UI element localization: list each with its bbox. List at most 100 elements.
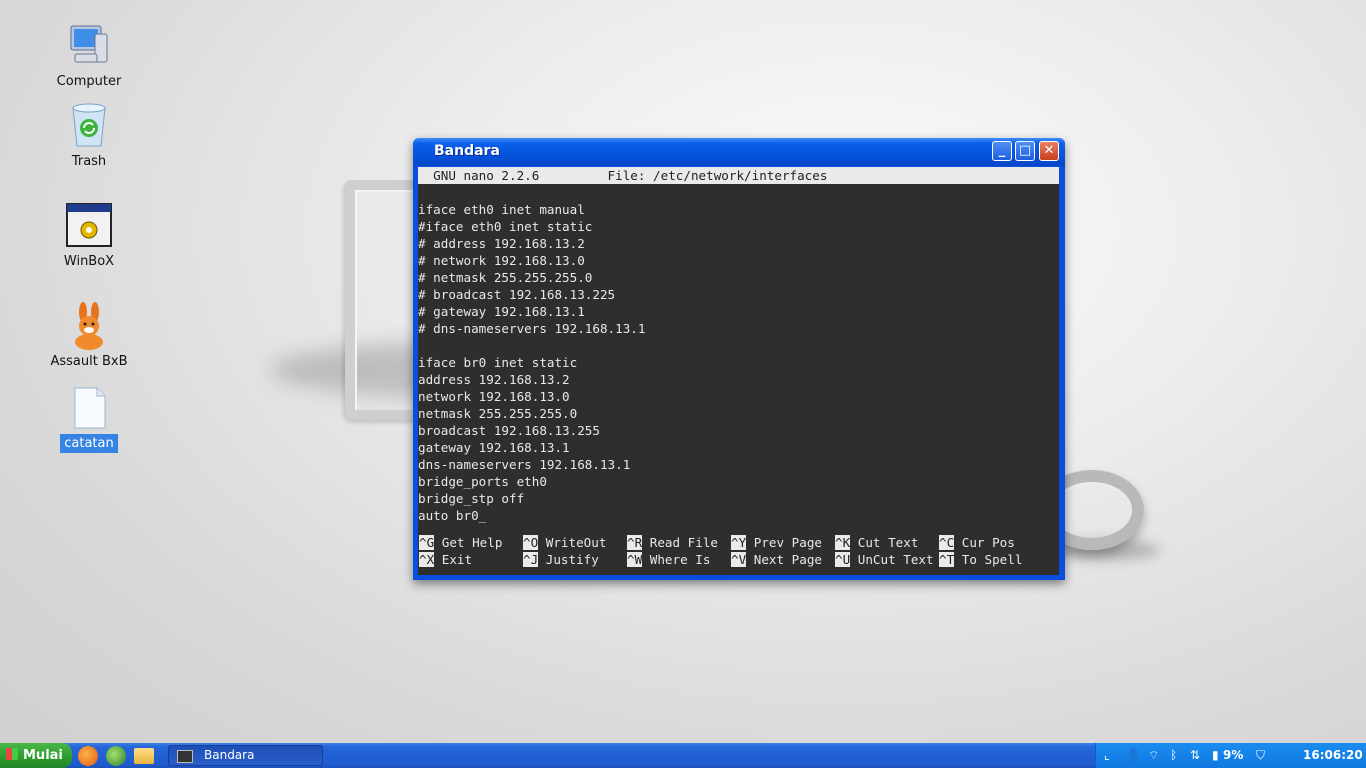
start-label: Mulai — [23, 748, 63, 763]
shortcut-where-is[interactable]: ^W Where Is — [627, 551, 731, 568]
shortcut-key: ^X — [419, 552, 435, 567]
window-title: Bandara — [434, 143, 500, 159]
shortcut-key: ^C — [939, 535, 955, 550]
shortcut-key: ^R — [627, 535, 643, 550]
maximize-icon: □ — [1018, 143, 1032, 158]
shortcut-exit[interactable]: ^X Exit — [419, 551, 523, 568]
folder-icon[interactable] — [134, 748, 154, 764]
editor-line: dns-nameservers 192.168.13.1 — [418, 457, 631, 472]
battery-percentage: 9% — [1223, 748, 1244, 762]
editor-line: iface br0 inet static — [418, 355, 578, 370]
desktop-icon-label: Trash — [71, 154, 107, 169]
shortcut-get-help[interactable]: ^G Get Help — [419, 534, 523, 551]
shortcut-cur-pos[interactable]: ^C Cur Pos — [939, 534, 1043, 551]
shortcut-label: Cur Pos — [954, 535, 1015, 550]
globe-icon[interactable] — [106, 746, 126, 766]
start-button[interactable]: Mulai — [0, 743, 72, 768]
editor-line: bridge_ports eth0 — [418, 474, 547, 489]
desktop-icon-label: WinBoX — [63, 254, 115, 269]
shortcut-row: ^G Get Help ^O WriteOut ^R Read File ^Y … — [419, 534, 1059, 551]
shortcut-row: ^X Exit ^J Justify ^W Where Is ^V Next P… — [419, 551, 1059, 568]
rabbit-icon — [65, 302, 113, 350]
editor-line: auto br0_ — [418, 508, 487, 523]
desktop-icon-label: catatan — [60, 434, 118, 453]
editor-line: # gateway 192.168.13.1 — [418, 304, 585, 319]
shortcut-uncut-text[interactable]: ^U UnCut Text — [835, 551, 939, 568]
editor-line: iface eth0 inet manual — [418, 202, 585, 217]
computer-icon — [65, 22, 113, 70]
shortcut-key: ^U — [835, 552, 851, 567]
shortcut-key: ^W — [627, 552, 643, 567]
shortcut-key: ^T — [939, 552, 955, 567]
shortcut-label: WriteOut — [538, 535, 607, 550]
desktop-icon-assault-bxb[interactable]: Assault BxB — [29, 302, 149, 371]
shortcut-label: Next Page — [746, 552, 822, 567]
shortcut-key: ^K — [835, 535, 851, 550]
shortcut-key: ^J — [523, 552, 539, 567]
editor-line: address 192.168.13.2 — [418, 372, 570, 387]
editor-line: # dns-nameservers 192.168.13.1 — [418, 321, 646, 336]
editor-line: bridge_stp off — [418, 491, 525, 506]
start-logo-icon — [6, 748, 18, 760]
user-icon[interactable]: 👤 — [1126, 748, 1141, 762]
shortcut-label: Cut Text — [850, 535, 919, 550]
editor-line: # broadcast 192.168.13.225 — [418, 287, 616, 302]
firefox-icon[interactable] — [78, 746, 98, 766]
editor-line: broadcast 192.168.13.255 — [418, 423, 600, 438]
shortcut-label: Justify — [538, 552, 599, 567]
shortcut-label: Where Is — [642, 552, 711, 567]
desktop-icon-catatan[interactable]: catatan — [29, 384, 149, 453]
maximize-button[interactable]: □ — [1015, 141, 1035, 161]
shortcut-label: Exit — [434, 552, 473, 567]
shield-icon[interactable]: ⛉ — [1256, 748, 1265, 762]
minimize-button[interactable]: _ — [992, 141, 1012, 161]
editor-line: # address 192.168.13.2 — [418, 236, 585, 251]
shortcut-label: Get Help — [434, 535, 503, 550]
shortcut-label: UnCut Text — [850, 552, 934, 567]
nano-header: GNU nano 2.2.6 File: /etc/network/interf… — [418, 167, 1059, 184]
desktop-icon-label: Computer — [56, 74, 122, 89]
close-icon: ✕ — [1043, 143, 1055, 158]
editor-line: # network 192.168.13.0 — [418, 253, 585, 268]
minimize-icon: _ — [998, 143, 1006, 158]
taskbar: Mulai Bandara ⌞ 👤 ⌔ ᛒ ⇅ ▮ 9% ⛉ 16:06:20 — [0, 743, 1366, 768]
editor-line: network 192.168.13.0 — [418, 389, 570, 404]
nano-editor[interactable]: GNU nano 2.2.6 File: /etc/network/interf… — [418, 167, 1059, 575]
desktop-icon-winbox[interactable]: WinBoX — [29, 202, 149, 271]
network-icon[interactable]: ⇅ — [1190, 748, 1200, 762]
clock[interactable]: 16:06:20 — [1303, 748, 1363, 762]
shortcut-label: To Spell — [954, 552, 1023, 567]
nano-shortcut-bar: ^G Get Help ^O WriteOut ^R Read File ^Y … — [419, 534, 1059, 568]
terminal-icon — [177, 750, 193, 763]
shortcut-key: ^G — [419, 535, 435, 550]
desktop-icon-trash[interactable]: Trash — [29, 102, 149, 171]
shortcut-key: ^Y — [731, 535, 747, 550]
terminal-window[interactable]: Bandara _ □ ✕ GNU nano 2.2.6 File: /etc/… — [413, 138, 1065, 580]
shortcut-read-file[interactable]: ^R Read File — [627, 534, 731, 551]
winbox-icon — [65, 202, 113, 250]
shortcut-justify[interactable]: ^J Justify — [523, 551, 627, 568]
shortcut-label: Prev Page — [746, 535, 822, 550]
desktop-icon-computer[interactable]: Computer — [29, 22, 149, 91]
window-titlebar[interactable]: Bandara _ □ ✕ — [413, 138, 1065, 166]
editor-content[interactable]: iface eth0 inet manual #iface eth0 inet … — [418, 201, 1059, 524]
editor-line: #iface eth0 inet static — [418, 219, 593, 234]
shortcut-cut-text[interactable]: ^K Cut Text — [835, 534, 939, 551]
text-file-icon — [65, 384, 113, 432]
show-desktop-icon[interactable]: ⌞ — [1104, 748, 1110, 762]
wifi-icon[interactable]: ⌔ — [1148, 748, 1159, 762]
battery-icon[interactable]: ▮ — [1212, 748, 1219, 762]
shortcut-next-page[interactable]: ^V Next Page — [731, 551, 835, 568]
close-button[interactable]: ✕ — [1039, 141, 1059, 161]
shortcut-writeout[interactable]: ^O WriteOut — [523, 534, 627, 551]
trash-icon — [65, 102, 113, 150]
desktop-icon-label: Assault BxB — [50, 354, 128, 369]
system-tray: ⌞ 👤 ⌔ ᛒ ⇅ ▮ 9% ⛉ 16:06:20 — [1095, 743, 1366, 768]
shortcut-to-spell[interactable]: ^T To Spell — [939, 551, 1043, 568]
taskbar-item-bandara[interactable]: Bandara — [168, 745, 323, 766]
editor-line: netmask 255.255.255.0 — [418, 406, 578, 421]
bluetooth-icon[interactable]: ᛒ — [1170, 748, 1177, 762]
shortcut-label: Read File — [642, 535, 718, 550]
shortcut-prev-page[interactable]: ^Y Prev Page — [731, 534, 835, 551]
